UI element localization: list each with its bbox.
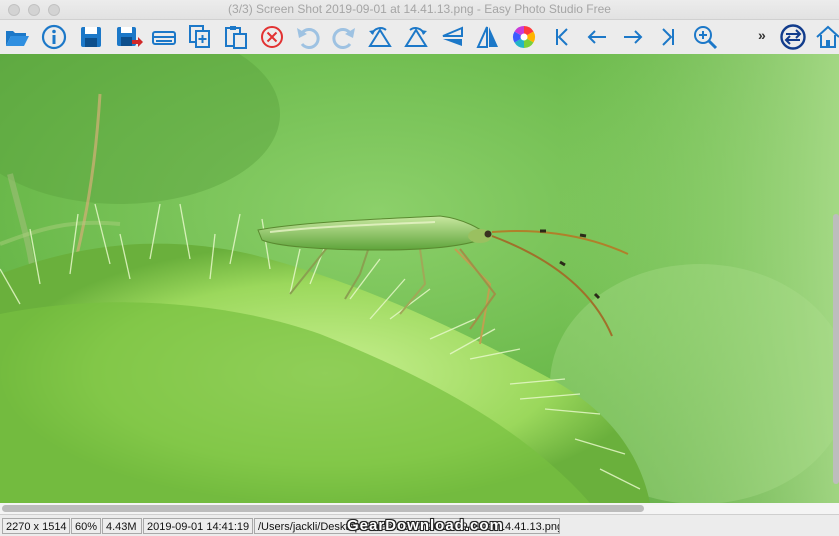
save-icon[interactable] [76, 22, 106, 52]
image-dimensions: 2270 x 1514 [2, 518, 70, 534]
window-title: (3/3) Screen Shot 2019-09-01 at 14.41.13… [228, 2, 611, 16]
horizontal-scrollbar[interactable] [0, 503, 839, 514]
copy-icon[interactable] [185, 22, 215, 52]
app-window: (3/3) Screen Shot 2019-09-01 at 14.41.13… [0, 0, 839, 536]
home-icon[interactable] [813, 22, 839, 52]
zoom-level: 60% [71, 518, 101, 534]
zoom-in-icon[interactable] [690, 22, 720, 52]
scanner-icon[interactable] [149, 22, 179, 52]
rotate-right-icon[interactable] [401, 22, 431, 52]
horizontal-scroll-thumb[interactable] [2, 505, 644, 512]
image-viewport[interactable] [0, 54, 839, 503]
file-size: 4.43M [102, 518, 142, 534]
toolbar-overflow-button[interactable]: » [758, 27, 766, 43]
title-bar: (3/3) Screen Shot 2019-09-01 at 14.41.13… [0, 0, 839, 20]
redo-icon[interactable] [329, 22, 359, 52]
color-wheel-icon[interactable] [509, 22, 539, 52]
undo-icon[interactable] [293, 22, 323, 52]
next-image-icon[interactable] [618, 22, 648, 52]
toolbar: » [0, 20, 839, 54]
photo-insect-on-grass [0, 54, 839, 503]
paste-icon[interactable] [221, 22, 251, 52]
flip-horizontal-icon[interactable] [473, 22, 503, 52]
first-image-icon[interactable] [546, 22, 576, 52]
swap-icon[interactable] [778, 22, 808, 52]
vertical-scrollbar[interactable] [833, 214, 839, 484]
flip-vertical-icon[interactable] [437, 22, 467, 52]
info-icon[interactable] [39, 22, 69, 52]
save-as-icon[interactable] [113, 22, 143, 52]
delete-icon[interactable] [257, 22, 287, 52]
last-image-icon[interactable] [654, 22, 684, 52]
watermark: GearDownload.com [347, 517, 504, 534]
file-datetime: 2019-09-01 14:41:19 [143, 518, 253, 534]
previous-image-icon[interactable] [582, 22, 612, 52]
rotate-left-icon[interactable] [365, 22, 395, 52]
open-folder-icon[interactable] [2, 22, 32, 52]
